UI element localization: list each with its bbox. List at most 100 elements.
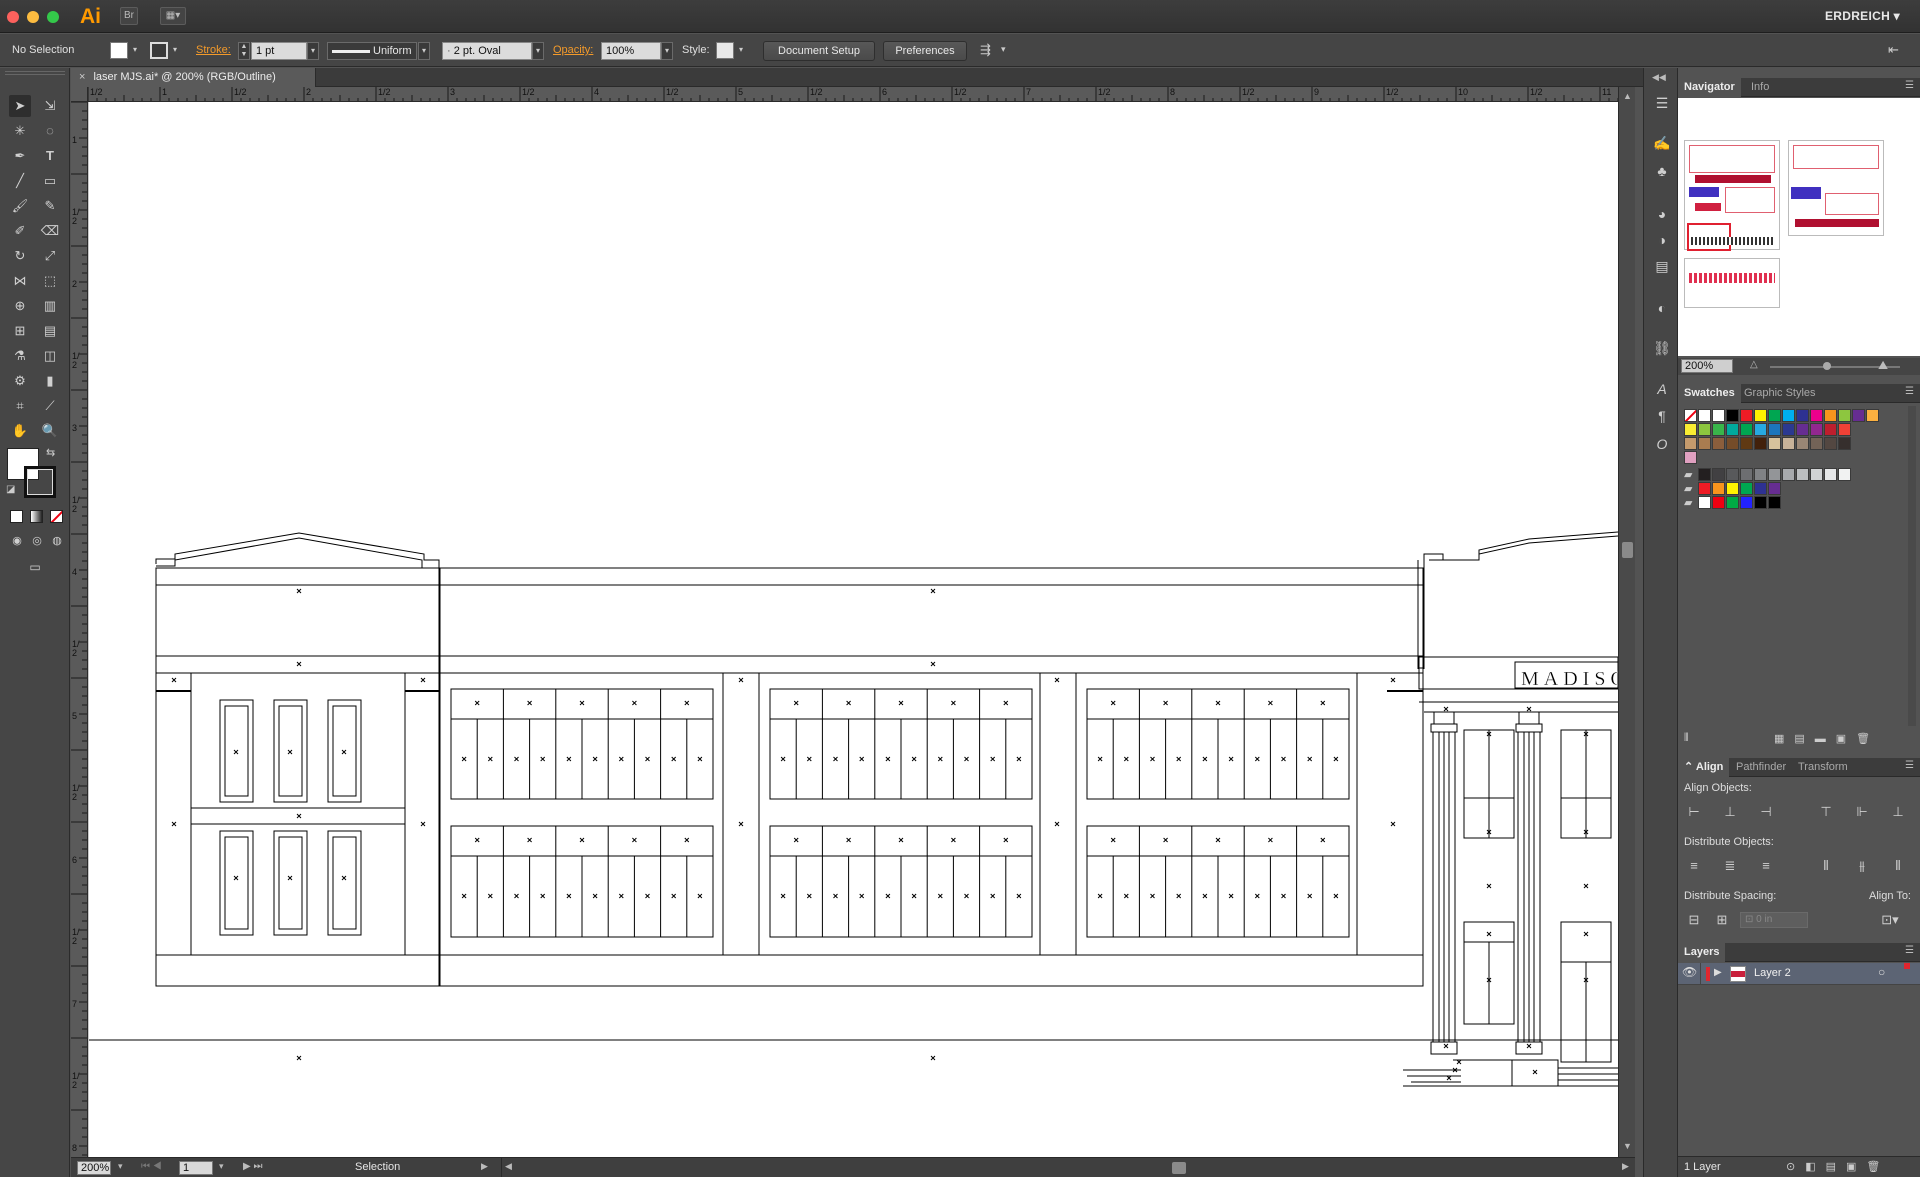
zoom-window-button[interactable] [47, 11, 59, 23]
control-menu-arrow[interactable]: ▾ [1001, 44, 1006, 55]
tab-pathfinder[interactable]: Pathfinder [1730, 758, 1792, 777]
color-swatch[interactable] [1740, 409, 1753, 422]
brushes-icon[interactable]: ✍ [1652, 133, 1672, 153]
free-transform-tool-icon[interactable]: ⬚ [39, 270, 61, 292]
links-icon[interactable]: ⛓ [1652, 338, 1672, 358]
tab-transform[interactable]: Transform [1792, 758, 1854, 777]
zoom-tool-icon[interactable]: 🔍 [39, 420, 61, 442]
color-swatch[interactable] [1838, 423, 1851, 436]
swatches-scrollbar[interactable] [1908, 406, 1916, 726]
minimize-window-button[interactable] [27, 11, 39, 23]
spacing-value-field[interactable]: ⊡ 0 in [1740, 912, 1808, 928]
horizontal-scroll-thumb[interactable] [1172, 1162, 1186, 1174]
eraser-tool-icon[interactable]: ⌫ [39, 220, 61, 242]
color-swatch[interactable] [1684, 423, 1697, 436]
color-swatch[interactable] [1754, 437, 1767, 450]
vertical-distribute-space-icon[interactable]: ⊟ [1684, 910, 1704, 930]
horizontal-align-right-icon[interactable]: ⊣ [1756, 802, 1776, 822]
brush-definition[interactable]: · 2 pt. Oval [442, 42, 532, 60]
gray-swatch[interactable] [1698, 468, 1711, 481]
gray-swatch[interactable] [1782, 468, 1795, 481]
tab-graphic-styles[interactable]: Graphic Styles [1738, 384, 1822, 403]
bright-swatch[interactable] [1754, 482, 1767, 495]
building-elevation-drawing[interactable]: MADISO [89, 102, 1618, 1157]
color-mode-icon[interactable] [10, 510, 23, 523]
artboard-number-field[interactable]: 1 [179, 1161, 213, 1175]
gray-swatch[interactable] [1740, 468, 1753, 481]
color-swatch[interactable] [1768, 423, 1781, 436]
scale-tool-icon[interactable]: ⤢ [39, 245, 61, 267]
color-swatch[interactable] [1754, 423, 1767, 436]
horizontal-distribute-left-icon[interactable]: ⫴ [1816, 856, 1836, 876]
swatch-folder-icon[interactable]: ▰ [1684, 468, 1692, 481]
navigator-zoom-field[interactable]: 200% [1681, 359, 1733, 373]
color-swatch[interactable] [1866, 409, 1879, 422]
stroke-panel-link[interactable]: Stroke: [196, 44, 231, 56]
tools-grip[interactable] [5, 71, 65, 75]
gray-swatch[interactable] [1824, 468, 1837, 481]
opacity-dropdown[interactable]: ▾ [661, 42, 673, 60]
color-swatch[interactable] [1726, 437, 1739, 450]
gray-swatch[interactable] [1754, 468, 1767, 481]
vertical-align-top-icon[interactable]: ⊤ [1816, 802, 1836, 822]
symbols-icon[interactable]: ♣ [1652, 161, 1672, 181]
gray-swatch[interactable] [1726, 468, 1739, 481]
artboard-dropdown-arrow[interactable]: ▾ [219, 1161, 224, 1172]
brush-dropdown[interactable]: ▾ [532, 42, 544, 60]
paragraph-icon[interactable]: ¶ [1652, 406, 1672, 426]
draw-behind-icon[interactable]: ◎ [26, 530, 48, 552]
color-swatch[interactable] [1768, 437, 1781, 450]
color-swatch[interactable] [1782, 409, 1795, 422]
pen-tool-icon[interactable]: ✒ [9, 145, 31, 167]
gradient-icon[interactable]: ▤ [1652, 256, 1672, 276]
horizontal-distribute-right-icon[interactable]: ⫴ [1888, 856, 1908, 876]
color-swatch[interactable] [1698, 437, 1711, 450]
horizontal-scrollbar[interactable]: ◀ ▶ [501, 1158, 1635, 1177]
document-tab[interactable]: × laser MJS.ai* @ 200% (RGB/Outline) [71, 68, 316, 87]
vertical-distribute-top-icon[interactable]: ≡ [1684, 856, 1704, 876]
graphic-style-swatch[interactable] [716, 42, 734, 59]
gradient-tool-icon[interactable]: ▤ [39, 320, 61, 342]
blob-brush-tool-icon[interactable]: ✐ [9, 220, 31, 242]
bright-swatch[interactable] [1712, 482, 1725, 495]
layers-menu-icon[interactable]: ☰ [1905, 945, 1914, 956]
blend-tool-icon[interactable]: ◫ [39, 345, 61, 367]
mesh-tool-icon[interactable]: ⊞ [9, 320, 31, 342]
layer-row[interactable]: 👁 ▶ Layer 2 ○ [1678, 963, 1920, 985]
scroll-up-arrow[interactable]: ▲ [1623, 91, 1632, 101]
swatch-actions-icons[interactable]: ▦▤▬▣🗑 [1774, 732, 1880, 745]
stroke-weight-stepper[interactable]: ▲ ▼ [238, 42, 250, 60]
color-swatch[interactable] [1796, 437, 1809, 450]
zoom-slider-thumb[interactable] [1823, 362, 1831, 370]
navigator-menu-icon[interactable]: ☰ [1905, 80, 1914, 91]
direct-selection-tool-icon[interactable]: ⇲ [39, 95, 61, 117]
bright-swatch[interactable] [1768, 482, 1781, 495]
layer-target-icon[interactable]: ○ [1878, 965, 1885, 979]
bright-swatch[interactable] [1726, 482, 1739, 495]
workspace-switcher[interactable]: ERDREICH ▾ [1825, 9, 1900, 23]
bright-swatch[interactable] [1698, 482, 1711, 495]
gray-swatch[interactable] [1810, 468, 1823, 481]
color-swatch[interactable] [1824, 423, 1837, 436]
artboard[interactable]: MADISO [89, 102, 1618, 1157]
shape-builder-tool-icon[interactable]: ⊕ [9, 295, 31, 317]
zoom-level-field[interactable]: 200% [77, 1161, 111, 1175]
scroll-right-arrow[interactable]: ▶ [1622, 1161, 1629, 1172]
color-swatch[interactable] [1810, 437, 1823, 450]
rotate-tool-icon[interactable]: ↻ [9, 245, 31, 267]
color-swatch[interactable] [1740, 437, 1753, 450]
fill-color-swatch[interactable] [110, 42, 128, 59]
layer-visibility-eye-icon[interactable]: 👁 [1682, 965, 1697, 979]
color-swatch[interactable] [1782, 423, 1795, 436]
opentype-icon[interactable]: O [1652, 434, 1672, 454]
default-fill-stroke-icon[interactable]: ◪ [6, 484, 15, 495]
vertical-distribute-bottom-icon[interactable]: ≡ [1756, 856, 1776, 876]
zoom-dropdown-arrow[interactable]: ▾ [118, 1161, 123, 1172]
color-swatch[interactable] [1810, 409, 1823, 422]
vertical-distribute-center-icon[interactable]: ≣ [1720, 856, 1740, 876]
collapse-dock-icon[interactable]: ◀◀ [1652, 72, 1666, 83]
stroke-color-indicator[interactable] [24, 466, 56, 498]
column-graph-tool-icon[interactable]: ▮ [39, 370, 61, 392]
selection-tool-icon[interactable]: ➤ [9, 95, 31, 117]
swatch-folder-icon[interactable]: ▰ [1684, 482, 1692, 495]
